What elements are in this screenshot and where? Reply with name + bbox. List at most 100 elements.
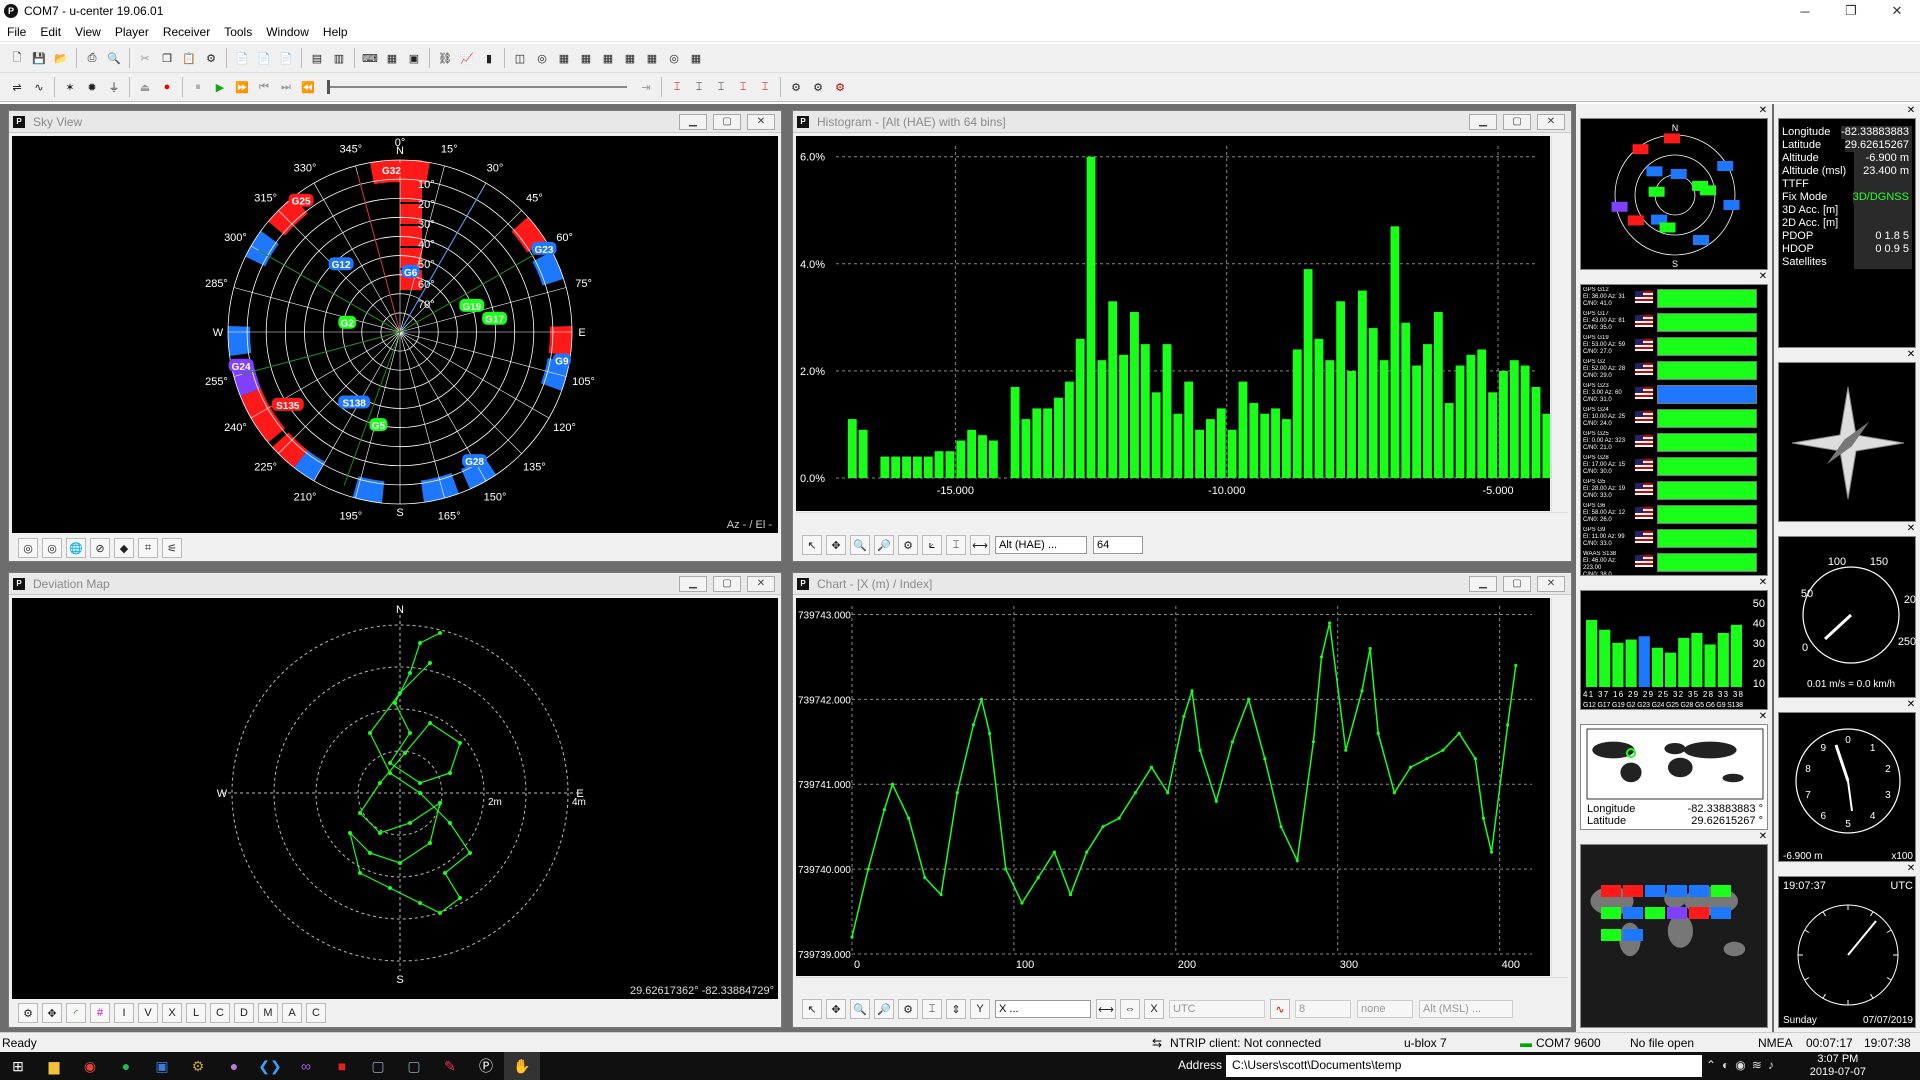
chart-zoom-out-icon[interactable]: 🔎 [874,999,894,1019]
paste-icon[interactable]: 📋 [180,49,198,67]
gear-b-icon[interactable]: ⚙ [809,78,827,96]
step-forward-icon[interactable]: ⏭ [277,78,295,96]
hist-bins-select[interactable]: 64 [1093,536,1143,554]
histogram-tool-icon[interactable]: ▮ [480,49,498,67]
dev-btn-m[interactable]: M [258,1003,278,1023]
sky-view-canvas[interactable]: 0° 15° 30° 45° 60° 75° 105° 120° 135° 150° 165° 195… [12,136,778,533]
autobaud-icon[interactable]: ✶ [61,78,79,96]
menu-file[interactable]: File [0,25,33,39]
sky-maximize-button[interactable]: ▢ [713,113,741,130]
hist-zoom-out-icon[interactable]: 🔎 [874,535,894,555]
chart-line-style-icon[interactable]: ∿ [1270,999,1290,1019]
record-icon[interactable]: ● [158,78,176,96]
doc-list-icon[interactable]: 📄 [255,49,273,67]
clock-close[interactable]: ✕ [1906,864,1916,874]
sat-list-row[interactable]: WAAS S138 El: 46.00 Az: 223.00 C/N0: 38.0 [1583,551,1765,575]
chart-pointer-icon[interactable]: ↖ [802,999,822,1019]
dev-minimize-button[interactable]: ▁ [679,575,707,592]
chart-hscroll[interactable] [796,977,1568,993]
app-red-icon[interactable]: ■ [324,1052,360,1080]
deviation-map-canvas[interactable]: N E S W 2m 4m 29.62617362° -82.33884729° [12,598,778,999]
dev-btn-d[interactable]: D [234,1003,254,1023]
dev-btn-l[interactable]: L [186,1003,206,1023]
sky-sat-icon[interactable]: ◆ [114,538,134,558]
debug-icon[interactable]: ✹ [83,78,101,96]
dev-btn-c[interactable]: C [210,1003,230,1023]
start-windows-icon[interactable]: ⊞ [0,1052,36,1080]
chart-alt-field[interactable]: Alt (MSL) ... [1419,1000,1513,1018]
mini-sky-close[interactable]: ✕ [1758,106,1768,116]
hist-pointer-icon[interactable]: ↖ [802,535,822,555]
sat-list-row[interactable]: GPS G28 El: 17.00 Az: 15 C/N0: 30.0 [1583,455,1765,478]
menu-receiver[interactable]: Receiver [156,25,217,39]
step-back-icon[interactable]: ⏮ [255,78,273,96]
chart-x-field[interactable]: X ... [995,1000,1091,1018]
chart-close-button[interactable]: ✕ [1537,575,1565,592]
sky-view-icon[interactable]: ◎ [533,49,551,67]
world-map-panel[interactable]: Longitude -82.33883883 ° Latitude 29.62615… [1580,724,1768,830]
menu-edit[interactable]: Edit [33,25,68,39]
app-window2-icon[interactable]: ▢ [396,1052,432,1080]
menu-window[interactable]: Window [259,25,316,39]
hist-vscale-icon[interactable]: ⌶ [946,535,966,555]
chart-vmove-icon[interactable]: ⇕ [946,999,966,1019]
hist-field-select[interactable]: Alt (HAE) ... [995,536,1087,554]
chrome-icon[interactable]: ◉ [72,1052,108,1080]
dev-move-icon[interactable]: ✥ [42,1003,62,1023]
ground-icon[interactable]: ⏚ [105,78,123,96]
sat-list-row[interactable]: GPS G23 El: 3.00 Az: 60 C/N0: 31.0 [1583,383,1765,406]
print-preview-icon[interactable]: 🔍 [105,49,123,67]
view-a-icon[interactable]: ◫ [511,49,529,67]
player-slider[interactable] [327,80,627,94]
histogram-canvas[interactable]: 0.0% 2.0% 4.0% 6.0% -15.000 -10.000 -5.000 [796,136,1550,511]
dev-btn-c2[interactable]: C [306,1003,326,1023]
spotify-icon[interactable]: ● [108,1052,144,1080]
menu-view[interactable]: View [68,25,108,39]
sky-circle-icon[interactable]: ◎ [42,538,62,558]
status-ntrip[interactable]: NTRIP client: Not connected [1170,1035,1321,1051]
address-input[interactable]: C:\Users\scott\Documents\temp [1226,1055,1702,1077]
menu-tools[interactable]: Tools [217,25,259,39]
mini-sky-view[interactable]: NS [1580,118,1768,270]
histogram-vscroll[interactable] [1551,136,1568,511]
marker-e-icon[interactable]: ⌶ [756,78,774,96]
chart-canvas[interactable]: 739739.000 739740.000 739741.000 739742.000… [796,598,1550,976]
view-e-icon[interactable]: ▦ [599,49,617,67]
marker-a-icon[interactable]: ⌶ [668,78,686,96]
marker-b-icon[interactable]: ⌶ [690,78,708,96]
app-fork-icon[interactable]: ⚙ [180,1052,216,1080]
chart-minimize-button[interactable]: ▁ [1469,575,1497,592]
system-tray-icons[interactable]: ⌃◐◉≋♪ [1706,1058,1780,1072]
baudrate-icon[interactable]: ∿ [30,78,48,96]
sat-list-row[interactable]: GPS G12 El: 36.00 Az: 31 C/N0: 41.0 [1583,287,1765,310]
hist-zoom-in-icon[interactable]: 🔍 [850,535,870,555]
dev-btn-i[interactable]: I [114,1003,134,1023]
view-f-icon[interactable]: ▦ [621,49,639,67]
hist-pan-icon[interactable]: ✥ [826,535,846,555]
chart-none-field[interactable]: none [1357,1000,1413,1018]
sat-list-row[interactable]: GPS G2 El: 52.00 Az: 28 C/N0: 29.0 [1583,359,1765,382]
view-h-icon[interactable]: ◎ [665,49,683,67]
compass-close[interactable]: ✕ [1906,350,1916,360]
chart-maximize-button[interactable]: ▢ [1503,575,1531,592]
marker-c-icon[interactable]: ⌶ [712,78,730,96]
sky-minimize-button[interactable]: ▁ [679,113,707,130]
taskbar-clock[interactable]: 3:07 PM 2019-07-07 [1810,1053,1866,1079]
app-hand-icon[interactable]: ✋ [504,1052,540,1080]
speed-close[interactable]: ✕ [1906,524,1916,534]
console-icon[interactable]: ⌨ [361,49,379,67]
sky-track-icon[interactable]: ⌗ [138,538,158,558]
graph-icon[interactable]: 📈 [458,49,476,67]
dev-btn-x[interactable]: X [162,1003,182,1023]
dev-close-button[interactable]: ✕ [747,575,775,592]
hist-settings-icon[interactable]: ⚙ [898,535,918,555]
view-i-icon[interactable]: ▦ [687,49,705,67]
app-window-icon[interactable]: ▢ [360,1052,396,1080]
tile-vertical-icon[interactable]: ▥ [330,49,348,67]
sky-antenna-icon[interactable]: ⚟ [162,538,182,558]
print-icon[interactable]: ⎙ [83,49,101,67]
sky-close-button[interactable]: ✕ [747,113,775,130]
app-pen-icon[interactable]: ✎ [432,1052,468,1080]
world-sat-panel[interactable] [1580,844,1768,1028]
sat-list-row[interactable]: GPS G19 El: 53.00 Az: 59 C/N0: 27.0 [1583,335,1765,358]
